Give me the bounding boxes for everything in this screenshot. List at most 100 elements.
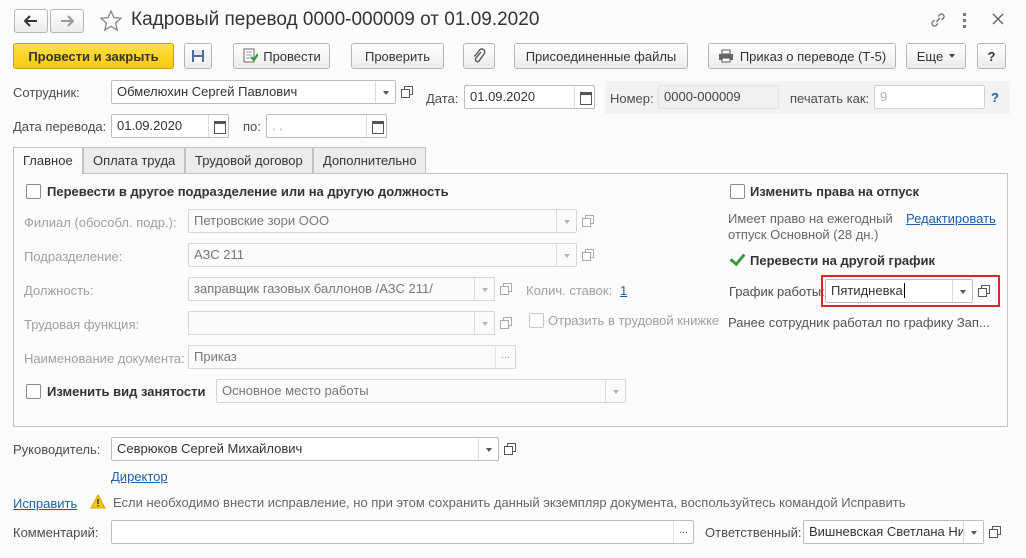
position-dropdown-icon[interactable] xyxy=(474,278,494,300)
tab-contract[interactable]: Трудовой договор xyxy=(185,147,313,173)
attached-files-button[interactable]: Присоединенные файлы xyxy=(514,43,688,69)
fix-link[interactable]: Исправить xyxy=(13,496,77,511)
printer-icon xyxy=(718,49,733,63)
employee-open-icon[interactable] xyxy=(397,80,417,104)
employment-type-checkbox[interactable] xyxy=(26,384,41,399)
position-open-icon[interactable] xyxy=(496,277,516,301)
tab-additional[interactable]: Дополнительно xyxy=(313,147,426,173)
transfer-date-field[interactable]: 01.09.2020 xyxy=(111,114,229,138)
more-label: Еще xyxy=(916,48,944,64)
branch-label: Филиал (обособл. подр.): xyxy=(24,215,177,230)
calendar-icon[interactable] xyxy=(366,115,386,137)
print-order-button[interactable]: Приказ о переводе (Т-5) xyxy=(708,43,896,69)
position-field[interactable]: заправщик газовых баллонов /АЗС 211/ xyxy=(188,277,495,301)
back-button[interactable] xyxy=(14,9,48,33)
manager-open-icon[interactable] xyxy=(500,437,520,461)
doc-name-label: Наименование документа: xyxy=(24,351,185,366)
doc-name-value: Приказ xyxy=(194,349,237,364)
warning-text: Если необходимо внести исправление, но п… xyxy=(113,495,906,510)
manager-value: Севрюков Сергей Михайлович xyxy=(117,441,303,456)
employment-type-label: Изменить вид занятости xyxy=(47,384,206,399)
employee-value: Обмелюхин Сергей Павлович xyxy=(117,84,298,99)
manager-field[interactable]: Севрюков Сергей Михайлович xyxy=(111,437,499,461)
save-button[interactable] xyxy=(184,43,212,69)
close-icon[interactable] xyxy=(991,12,1005,29)
branch-open-icon[interactable] xyxy=(578,209,598,233)
labor-function-dropdown-icon[interactable] xyxy=(474,312,494,334)
post-icon xyxy=(243,48,259,63)
labor-function-open-icon[interactable] xyxy=(496,311,516,335)
labor-function-field[interactable] xyxy=(188,311,495,335)
link-icon[interactable] xyxy=(929,11,947,32)
manager-position-link[interactable]: Директор xyxy=(111,469,168,484)
division-label: Подразделение: xyxy=(24,249,123,264)
transfer-date-value: 01.09.2020 xyxy=(117,118,183,133)
employee-label: Сотрудник: xyxy=(13,85,80,100)
print-as-label: печатать как: xyxy=(790,91,870,106)
schedule-dropdown-icon[interactable] xyxy=(952,280,972,302)
division-dropdown-icon[interactable] xyxy=(556,244,576,266)
post-and-close-button[interactable]: Провести и закрыть xyxy=(13,43,174,69)
responsible-open-icon[interactable] xyxy=(985,520,1005,544)
help-button[interactable]: ? xyxy=(977,43,1006,69)
date-value: 01.09.2020 xyxy=(470,89,536,104)
schedule-label: График работы: xyxy=(729,284,825,299)
tab-payment[interactable]: Оплата труда xyxy=(83,147,185,173)
manager-dropdown-icon[interactable] xyxy=(478,438,498,460)
forward-button[interactable] xyxy=(50,9,84,33)
workbook-checkbox[interactable] xyxy=(529,313,544,328)
paperclip-icon xyxy=(473,48,486,63)
ellipsis-icon[interactable]: ... xyxy=(673,521,693,543)
calendar-icon[interactable] xyxy=(208,115,228,137)
manager-label: Руководитель: xyxy=(13,442,101,457)
division-field[interactable]: АЗС 211 xyxy=(188,243,577,267)
arrow-right-icon xyxy=(61,15,74,27)
rates-link[interactable]: 1 xyxy=(620,283,627,298)
attach-button[interactable] xyxy=(463,43,495,69)
previous-schedule-text: Ранее сотрудник работал по графику Зап..… xyxy=(728,315,990,330)
employee-dropdown-icon[interactable] xyxy=(375,81,395,103)
responsible-field[interactable]: Вишневская Светлана Ни xyxy=(803,520,984,544)
print-order-label: Приказ о переводе (Т-5) xyxy=(739,48,887,64)
schedule-checkbox[interactable] xyxy=(729,251,745,267)
branch-value: Петровские зори ООО xyxy=(194,213,330,228)
comment-field[interactable]: ... xyxy=(111,520,694,544)
print-as-field[interactable]: 9 xyxy=(874,85,985,109)
schedule-field[interactable]: Пятидневка xyxy=(825,279,973,303)
page-title: Кадровый перевод 0000-000009 от 01.09.20… xyxy=(131,9,540,30)
employee-field[interactable]: Обмелюхин Сергей Павлович xyxy=(111,80,396,104)
save-icon xyxy=(192,50,204,62)
post-button[interactable]: Провести xyxy=(233,43,330,69)
division-open-icon[interactable] xyxy=(578,243,598,267)
date-field[interactable]: 01.09.2020 xyxy=(464,85,595,109)
calendar-icon[interactable] xyxy=(574,86,594,108)
branch-field[interactable]: Петровские зори ООО xyxy=(188,209,577,233)
to-date-value: . . xyxy=(272,118,283,133)
more-vertical-icon[interactable] xyxy=(963,12,969,28)
post-button-label: Провести xyxy=(263,48,321,64)
transfer-dept-checkbox[interactable] xyxy=(26,184,41,199)
chevron-down-icon xyxy=(949,54,956,58)
more-button[interactable]: Еще xyxy=(906,43,966,69)
check-button[interactable]: Проверить xyxy=(351,43,444,69)
vacation-rights-checkbox[interactable] xyxy=(730,184,745,199)
number-value: 0000-000009 xyxy=(664,89,741,104)
number-field: 0000-000009 xyxy=(658,85,779,109)
transfer-date-label: Дата перевода: xyxy=(13,119,107,134)
workbook-label: Отразить в трудовой книжке xyxy=(548,313,720,328)
schedule-open-icon[interactable] xyxy=(974,279,994,303)
edit-vacation-link[interactable]: Редактировать xyxy=(906,211,996,226)
to-date-field[interactable]: . . xyxy=(266,114,387,138)
branch-dropdown-icon[interactable] xyxy=(556,210,576,232)
transfer-dept-label: Перевести в другое подразделение или на … xyxy=(47,184,449,199)
rates-label: Колич. ставок: xyxy=(526,283,613,298)
tab-main[interactable]: Главное xyxy=(13,147,83,174)
responsible-dropdown-icon[interactable] xyxy=(963,521,983,543)
doc-name-field[interactable]: Приказ ... xyxy=(188,345,516,369)
number-label: Номер: xyxy=(610,91,654,106)
favorite-star-icon[interactable] xyxy=(99,9,123,36)
ellipsis-icon[interactable]: ... xyxy=(495,346,515,368)
employment-type-dropdown-icon[interactable] xyxy=(605,380,625,402)
employment-type-field[interactable]: Основное место работы xyxy=(216,379,626,403)
help-link[interactable]: ? xyxy=(991,90,999,105)
